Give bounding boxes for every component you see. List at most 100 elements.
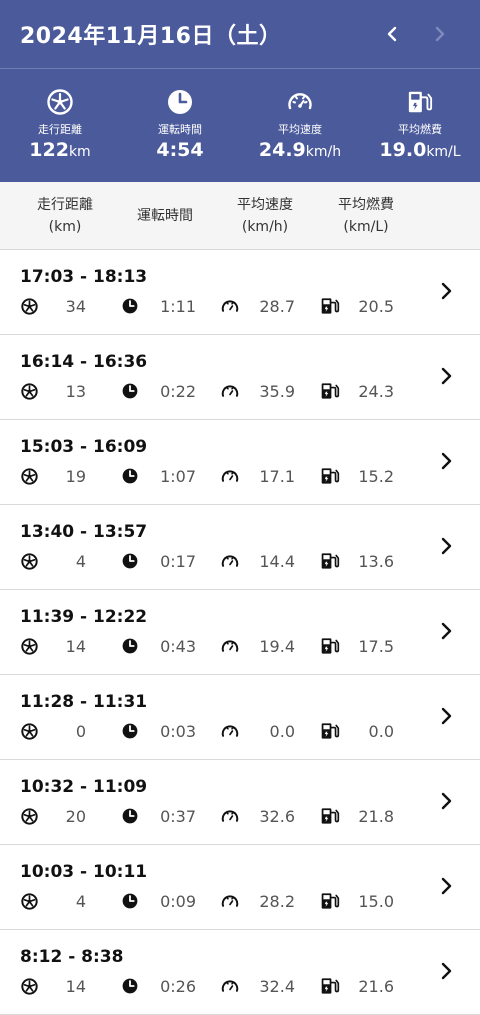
- trip-fuel-value: 21.8: [358, 806, 394, 826]
- trip-fuel-value: 20.5: [358, 296, 394, 316]
- speedometer-icon: [287, 89, 313, 115]
- trip-distance-value: 4: [75, 891, 86, 911]
- tire-icon: [20, 552, 38, 570]
- chevron-right-icon: [441, 792, 452, 810]
- tire-icon: [20, 382, 38, 400]
- trip-speed: 14.4: [221, 549, 295, 573]
- trip-fuel-value: 15.2: [358, 466, 394, 486]
- prev-day-button[interactable]: [372, 14, 412, 54]
- clock-icon: [167, 89, 193, 115]
- speedometer-icon: [221, 637, 239, 655]
- fuel-pump-icon: [320, 297, 340, 315]
- trip-time-range: 10:03 - 10:11: [20, 862, 148, 882]
- trip-row[interactable]: 16:14 - 16:36 13 0:22 35.9 24.3: [0, 335, 480, 420]
- trip-distance: 4: [20, 549, 90, 573]
- clock-icon: [121, 637, 139, 655]
- trip-fuel-value: 17.5: [358, 636, 394, 656]
- clock-icon: [121, 382, 139, 400]
- trip-speed-value: 0.0: [269, 721, 295, 741]
- trip-duration-value: 0:03: [160, 721, 196, 741]
- trip-row[interactable]: 15:03 - 16:09 19 1:07 17.1 15.2: [0, 420, 480, 505]
- trip-row[interactable]: 13:40 - 13:57 4 0:17 14.4 13.6: [0, 505, 480, 590]
- speedometer-icon: [221, 722, 239, 740]
- clock-icon: [121, 807, 139, 825]
- next-day-button[interactable]: [420, 14, 460, 54]
- tire-icon: [20, 722, 38, 740]
- trip-speed: 32.4: [221, 974, 295, 998]
- speedometer-icon: [221, 892, 239, 910]
- trip-fuel-value: 13.6: [358, 551, 394, 571]
- trip-speed: 35.9: [221, 379, 295, 403]
- trip-speed: 32.6: [221, 804, 295, 828]
- speedometer-icon: [221, 297, 239, 315]
- trip-fuel: 21.6: [320, 974, 394, 998]
- trip-duration-value: 0:43: [160, 636, 196, 656]
- trip-distance: 4: [20, 889, 90, 913]
- summary-distance-value: 122: [29, 139, 69, 161]
- trip-distance: 14: [20, 974, 90, 998]
- trip-list: 17:03 - 18:13 34 1:11 28.7 20.5 16:14 - …: [0, 250, 480, 1015]
- fuel-pump-icon: [320, 552, 340, 570]
- tire-icon: [47, 89, 73, 115]
- clock-icon: [121, 467, 139, 485]
- tire-icon: [20, 892, 38, 910]
- trip-time-range: 17:03 - 18:13: [20, 267, 148, 287]
- trip-distance: 19: [20, 464, 90, 488]
- trip-time-range: 15:03 - 16:09: [20, 437, 148, 457]
- column-header-speed: 平均速度 (km/h): [237, 197, 293, 235]
- trip-fuel-value: 21.6: [358, 976, 394, 996]
- trip-duration: 1:11: [121, 294, 196, 318]
- trip-fuel: 21.8: [320, 804, 394, 828]
- chevron-right-icon: [441, 452, 452, 470]
- trip-row[interactable]: 11:39 - 12:22 14 0:43 19.4 17.5: [0, 590, 480, 675]
- speedometer-icon: [221, 807, 239, 825]
- clock-icon: [121, 892, 139, 910]
- summary-distance-label: 走行距離: [38, 123, 82, 136]
- trip-distance-value: 13: [65, 381, 86, 401]
- column-header-distance: 走行距離 (km): [37, 197, 93, 235]
- trip-time-range: 11:28 - 11:31: [20, 692, 148, 712]
- trip-fuel: 24.3: [320, 379, 394, 403]
- trip-time-range: 11:39 - 12:22: [20, 607, 148, 627]
- summary-fuel-value: 19.0: [379, 139, 427, 161]
- trip-row[interactable]: 17:03 - 18:13 34 1:11 28.7 20.5: [0, 250, 480, 335]
- trip-row[interactable]: 10:32 - 11:09 20 0:37 32.6 21.8: [0, 760, 480, 845]
- chevron-right-icon: [441, 707, 452, 725]
- trip-distance: 20: [20, 804, 90, 828]
- summary-duration-label: 運転時間: [158, 123, 202, 136]
- fuel-pump-icon: [320, 892, 340, 910]
- trip-speed-value: 14.4: [259, 551, 295, 571]
- fuel-pump-icon: [407, 89, 433, 115]
- chevron-right-icon: [441, 282, 452, 300]
- column-header-duration: 運転時間: [137, 208, 193, 224]
- trip-duration: 0:43: [121, 634, 196, 658]
- trip-speed-value: 32.4: [259, 976, 295, 996]
- trip-speed: 28.2: [221, 889, 295, 913]
- summary-duration-value: 4:54: [156, 139, 204, 161]
- trip-row[interactable]: 11:28 - 11:31 0 0:03 0.0 0.0: [0, 675, 480, 760]
- tire-icon: [20, 467, 38, 485]
- clock-icon: [121, 297, 139, 315]
- trip-row[interactable]: 8:12 - 8:38 14 0:26 32.4 21.6: [0, 930, 480, 1015]
- trip-fuel: 15.2: [320, 464, 394, 488]
- trip-duration-value: 0:22: [160, 381, 196, 401]
- trip-row[interactable]: 10:03 - 10:11 4 0:09 28.2 15.0: [0, 845, 480, 930]
- trip-time-range: 10:32 - 11:09: [20, 777, 148, 797]
- trip-distance: 34: [20, 294, 90, 318]
- trip-time-range: 13:40 - 13:57: [20, 522, 148, 542]
- trip-fuel: 20.5: [320, 294, 394, 318]
- trip-duration-value: 0:17: [160, 551, 196, 571]
- trip-speed-value: 35.9: [259, 381, 295, 401]
- trip-fuel: 17.5: [320, 634, 394, 658]
- speedometer-icon: [221, 552, 239, 570]
- trip-time-range: 16:14 - 16:36: [20, 352, 148, 372]
- trip-fuel-value: 24.3: [358, 381, 394, 401]
- trip-speed: 28.7: [221, 294, 295, 318]
- chevron-right-icon: [441, 962, 452, 980]
- fuel-pump-icon: [320, 722, 340, 740]
- header-bar: 2024年11月16日（土）: [0, 0, 480, 69]
- tire-icon: [20, 807, 38, 825]
- trip-distance-value: 4: [75, 551, 86, 571]
- clock-icon: [121, 977, 139, 995]
- trip-duration: 1:07: [121, 464, 196, 488]
